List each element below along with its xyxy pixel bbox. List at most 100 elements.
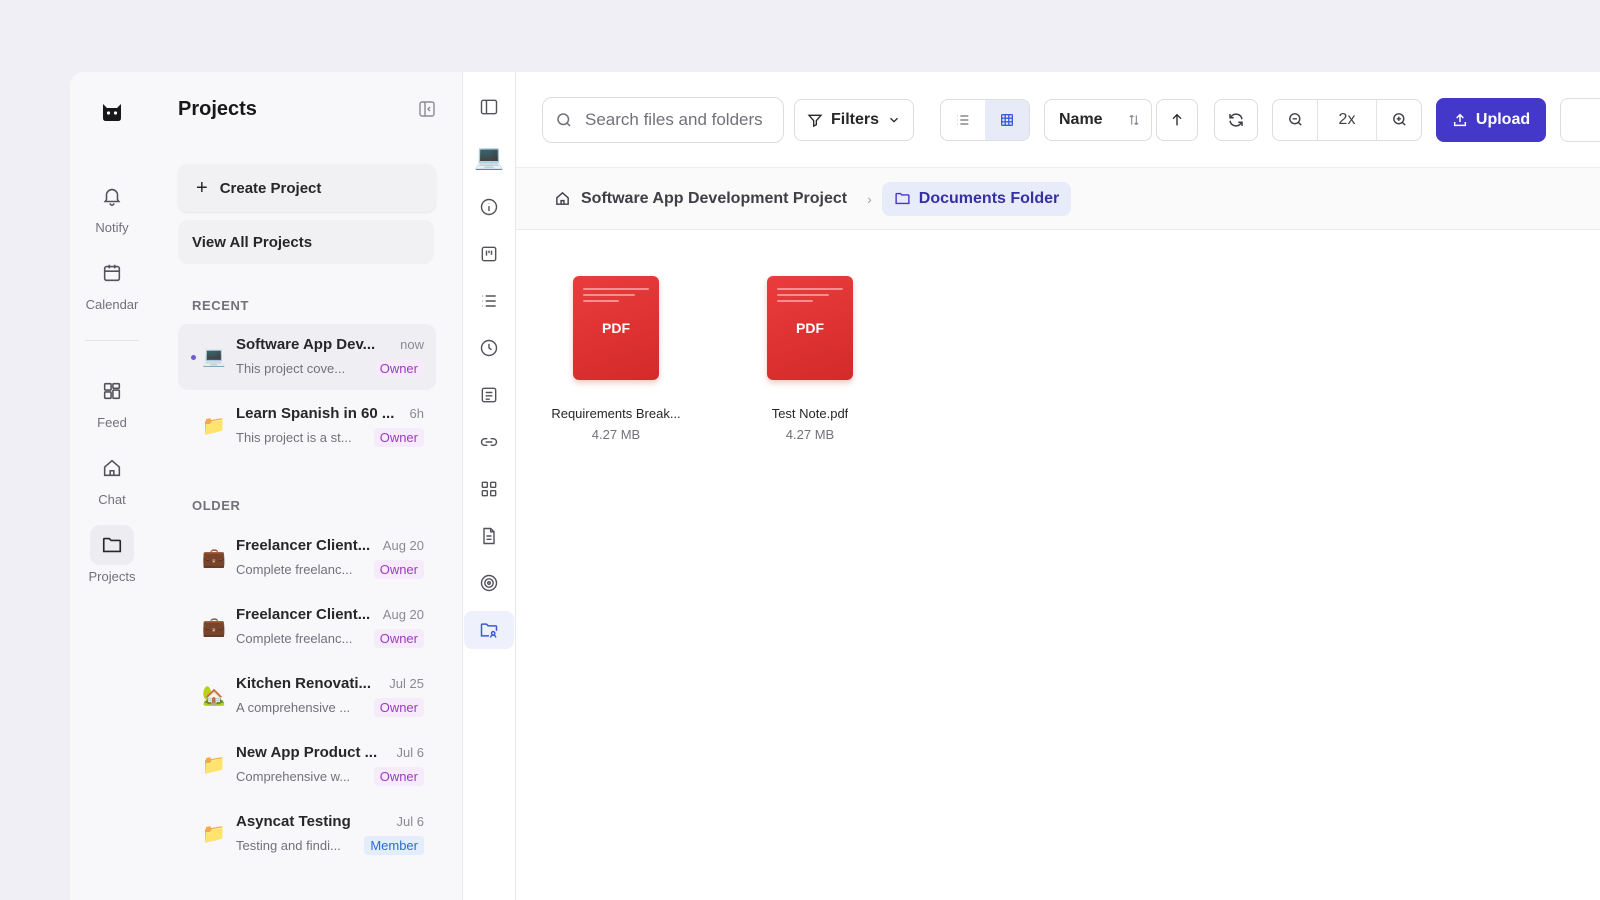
tool-kanban[interactable] bbox=[464, 235, 514, 273]
rail-item-notify[interactable]: Notify bbox=[70, 176, 154, 235]
collapse-sidebar-icon[interactable] bbox=[418, 100, 436, 118]
upload-button[interactable]: Upload bbox=[1436, 97, 1546, 142]
filters-label: Filters bbox=[830, 110, 879, 128]
briefcase-icon: 💼 bbox=[202, 548, 226, 569]
role-badge: Owner bbox=[373, 560, 424, 579]
tool-links[interactable] bbox=[464, 423, 514, 461]
rail-item-chat[interactable]: Chat bbox=[70, 448, 154, 507]
project-desc: Testing and findi... bbox=[236, 838, 341, 853]
rail-item-projects[interactable]: Projects bbox=[70, 525, 154, 584]
project-time: Aug 20 bbox=[382, 538, 424, 553]
project-item[interactable]: 💼 Freelancer Client... Aug 20 Complete fr… bbox=[178, 525, 436, 591]
grid-view-button[interactable] bbox=[985, 99, 1029, 140]
project-time: now bbox=[400, 337, 424, 352]
project-item[interactable]: 📁 Asyncat Testing Jul 6 Testing and findi… bbox=[178, 801, 436, 867]
active-dot bbox=[191, 355, 196, 360]
zoom-in-icon bbox=[1392, 113, 1406, 126]
search-box[interactable] bbox=[542, 96, 784, 143]
breadcrumb-current[interactable]: Documents Folder bbox=[881, 181, 1072, 216]
project-item[interactable]: 📁 Learn Spanish in 60 ... 6h This project… bbox=[178, 393, 436, 459]
project-time: Aug 20 bbox=[382, 607, 424, 622]
sort-select[interactable]: Name bbox=[1044, 98, 1152, 141]
view-all-projects-button[interactable]: View All Projects bbox=[178, 220, 434, 264]
search-input[interactable] bbox=[585, 109, 765, 130]
kanban-icon bbox=[481, 246, 497, 262]
zoom-out-icon bbox=[1288, 113, 1302, 126]
view-toggle bbox=[940, 98, 1030, 141]
tool-files[interactable] bbox=[464, 611, 514, 649]
project-name: Freelancer Client... bbox=[236, 606, 371, 623]
rail-label: Projects bbox=[88, 569, 136, 584]
tool-timeline[interactable] bbox=[464, 329, 514, 367]
filter-icon bbox=[807, 114, 823, 127]
laptop-icon: 💻 bbox=[474, 143, 504, 171]
home-icon bbox=[556, 191, 569, 205]
project-time: 6h bbox=[409, 406, 424, 421]
project-desc: This project is a st... bbox=[236, 430, 352, 445]
project-item[interactable]: 💻 Software App Dev... now This project co… bbox=[178, 324, 436, 390]
tool-apps[interactable] bbox=[464, 470, 514, 508]
project-item[interactable]: 💼 Freelancer Client... Aug 20 Complete fr… bbox=[178, 594, 436, 660]
tool-list[interactable] bbox=[464, 282, 514, 320]
role-badge: Owner bbox=[373, 359, 424, 378]
project-name: Asyncat Testing bbox=[236, 813, 351, 830]
rail-item-feed[interactable]: Feed bbox=[70, 371, 154, 430]
rail-label: Chat bbox=[98, 492, 126, 507]
plus-icon: + bbox=[196, 176, 208, 199]
filters-button[interactable]: Filters bbox=[794, 98, 914, 141]
more-button[interactable] bbox=[1560, 97, 1600, 142]
chevron-right-icon: › bbox=[867, 190, 872, 207]
project-time: Jul 25 bbox=[389, 676, 424, 691]
folder-user-icon bbox=[480, 623, 498, 638]
rail-label: Notify bbox=[95, 220, 129, 235]
clock-icon bbox=[480, 339, 498, 357]
upload-label: Upload bbox=[1475, 110, 1531, 128]
project-avatar[interactable]: 💻 bbox=[464, 135, 514, 179]
project-time: Jul 6 bbox=[396, 814, 424, 829]
project-item[interactable]: 📁 New App Product ... Jul 6 Comprehensive… bbox=[178, 732, 436, 798]
projects-panel: Projects + Create Project View All Proje… bbox=[154, 72, 463, 900]
role-badge: Owner bbox=[373, 698, 424, 717]
rail-item-calendar[interactable]: Calendar bbox=[70, 253, 154, 312]
list-view-button[interactable] bbox=[941, 100, 985, 140]
project-desc: Complete freelanc... bbox=[236, 562, 353, 577]
file-item[interactable]: PDF Test Note.pdf 4.27 MB bbox=[742, 276, 878, 442]
zoom-out-button[interactable] bbox=[1273, 100, 1317, 140]
recent-section-label: RECENT bbox=[192, 298, 250, 313]
file-grid: PDF Requirements Break... 4.27 MB PDF Te… bbox=[516, 230, 1600, 442]
rail-divider bbox=[85, 340, 139, 341]
target-icon bbox=[480, 574, 498, 592]
tool-docs[interactable] bbox=[464, 517, 514, 555]
cat-logo-icon[interactable] bbox=[99, 98, 125, 124]
file-type-label: PDF bbox=[602, 320, 630, 336]
briefcase-icon: 💼 bbox=[202, 617, 226, 638]
house-icon: 🏡 bbox=[202, 686, 226, 707]
create-project-button[interactable]: + Create Project bbox=[178, 164, 436, 212]
file-size: 4.27 MB bbox=[785, 427, 835, 442]
zoom-control: 2x bbox=[1272, 98, 1422, 141]
project-name: Freelancer Client... bbox=[236, 537, 371, 554]
view-all-label: View All Projects bbox=[192, 233, 313, 251]
breadcrumb-root[interactable]: Software App Development Project bbox=[554, 190, 847, 208]
project-desc: Complete freelanc... bbox=[236, 631, 353, 646]
role-badge: Owner bbox=[373, 629, 424, 648]
tool-notes[interactable] bbox=[464, 376, 514, 414]
folder-icon bbox=[895, 192, 910, 205]
refresh-button[interactable] bbox=[1214, 98, 1258, 141]
file-item[interactable]: PDF Requirements Break... 4.27 MB bbox=[548, 276, 684, 442]
toggle-panel-button[interactable] bbox=[464, 88, 514, 126]
chevron-down-icon bbox=[890, 117, 898, 123]
sort-direction-button[interactable] bbox=[1156, 98, 1198, 141]
tool-info[interactable] bbox=[464, 188, 514, 226]
project-tools-column: 💻 bbox=[463, 72, 516, 900]
project-item[interactable]: 🏡 Kitchen Renovati... Jul 25 A comprehens… bbox=[178, 663, 436, 729]
file-size: 4.27 MB bbox=[591, 427, 641, 442]
calendar-icon bbox=[103, 264, 121, 282]
rail-label: Calendar bbox=[85, 297, 139, 312]
folder-emoji-icon: 📁 bbox=[202, 755, 226, 776]
feed-icon bbox=[103, 382, 121, 400]
zoom-in-button[interactable] bbox=[1377, 100, 1421, 140]
folder-icon bbox=[102, 537, 122, 553]
tool-goals[interactable] bbox=[464, 564, 514, 602]
icon-rail: Notify Calendar Feed Chat Projects bbox=[70, 72, 154, 900]
